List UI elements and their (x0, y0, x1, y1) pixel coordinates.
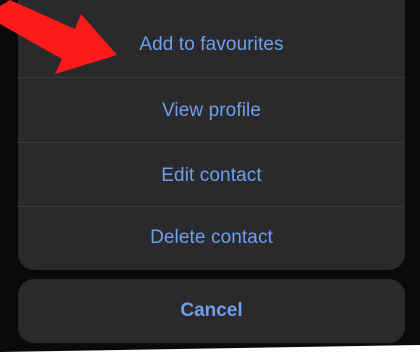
edit-contact-button[interactable]: Edit contact (18, 143, 405, 208)
cancel-button[interactable]: Cancel (18, 279, 405, 343)
delete-contact-button[interactable]: Delete contact (18, 207, 405, 269)
red-arrow-icon (0, 0, 117, 74)
